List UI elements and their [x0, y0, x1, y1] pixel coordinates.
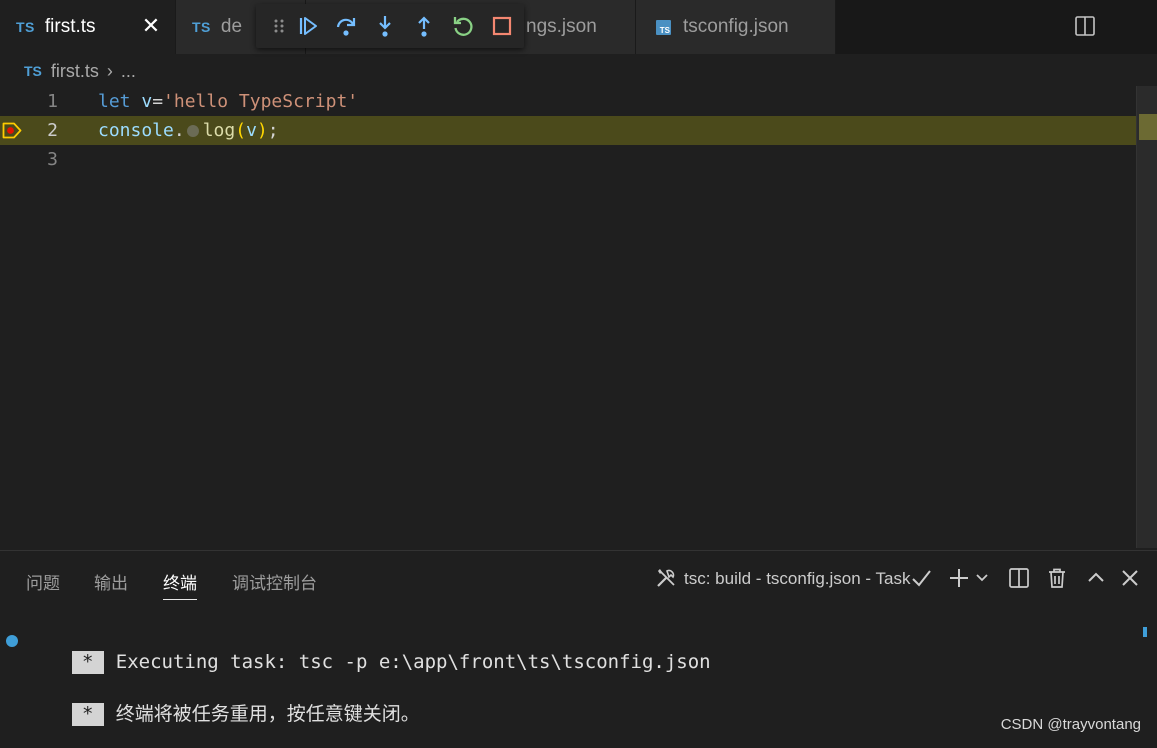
restart-icon[interactable] [451, 14, 475, 38]
typescript-file-icon: TS [16, 19, 35, 35]
terminal-star-badge: * [71, 703, 104, 726]
tab-output[interactable]: 输出 [94, 569, 128, 599]
breadcrumb-symbols[interactable]: ... [121, 61, 136, 82]
current-code-line: 2 console. log(v); [0, 116, 1157, 145]
code-line: 1 let v='hello TypeScript' [0, 87, 1157, 116]
close-icon[interactable]: ✕ [141, 14, 161, 38]
chevron-down-icon[interactable] [974, 567, 990, 589]
editor-tab-bar: TS first.ts ✕ TS de ngs.json TS tsconfig… [0, 0, 1157, 54]
tools-icon [657, 569, 675, 587]
typescript-file-icon: TS [192, 19, 211, 35]
tab-tsconfig-json[interactable]: TS tsconfig.json [636, 0, 836, 54]
terminal-text: Executing task: tsc -p e:\app\front\ts\t… [115, 651, 711, 673]
stop-icon[interactable] [490, 14, 514, 38]
tab-debug-console[interactable]: 调试控制台 [232, 569, 317, 599]
terminal-text: 终端将被任务重用，按任意键关闭。 [115, 703, 420, 725]
split-editor-icon[interactable] [1073, 14, 1097, 38]
code-text: console. log(v); [98, 120, 279, 141]
code-text: let v='hello TypeScript' [98, 91, 359, 112]
debug-toolbar [256, 4, 524, 48]
tab-label: tsconfig.json [683, 16, 789, 37]
typescript-file-icon: TS [24, 63, 42, 79]
plus-icon[interactable] [948, 567, 970, 589]
chevron-up-icon[interactable] [1085, 567, 1107, 589]
step-over-icon[interactable] [334, 14, 358, 38]
tab-terminal[interactable]: 终端 [163, 569, 197, 600]
bottom-panel: 问题 输出 终端 调试控制台 tsc: build - tsconfig.jso… [0, 550, 1157, 743]
breadcrumb-file[interactable]: first.ts [51, 61, 99, 82]
trash-icon[interactable] [1046, 567, 1068, 589]
terminal-scroll-marker [1143, 627, 1147, 637]
code-editor[interactable]: 1 let v='hello TypeScript' 2 console. log… [0, 86, 1157, 548]
tsconfig-file-icon: TS [656, 19, 671, 35]
terminal-decoration-dot[interactable] [6, 635, 18, 647]
terminal-task-label[interactable]: tsc: build - tsconfig.json - Task [684, 569, 910, 589]
code-line: 3 [0, 145, 1157, 174]
line-number: 3 [47, 149, 58, 170]
continue-icon[interactable] [296, 14, 320, 38]
tab-first-ts[interactable]: TS first.ts ✕ [0, 0, 176, 54]
line-number: 2 [47, 120, 58, 141]
step-out-icon[interactable] [412, 14, 436, 38]
watermark: CSDN @trayvontang [1000, 716, 1141, 733]
terminal-star-badge: * [71, 651, 104, 674]
editor-scrollbar[interactable] [1136, 86, 1157, 548]
tab-label: de [220, 16, 243, 37]
split-terminal-icon[interactable] [1008, 567, 1030, 589]
terminal-line: * 终端将被任务重用，按任意键关闭。 [26, 677, 420, 748]
line-number: 1 [47, 91, 58, 112]
step-into-icon[interactable] [373, 14, 397, 38]
tab-label: ngs.json [526, 16, 597, 37]
tab-label: first.ts [44, 16, 96, 37]
tab-problems[interactable]: 问题 [26, 569, 60, 599]
breadcrumb: TS first.ts › ... [24, 58, 136, 84]
chevron-right-icon: › [106, 60, 113, 81]
scrollbar-current-line-marker [1139, 114, 1157, 140]
close-panel-icon[interactable] [1119, 567, 1141, 589]
check-icon [912, 570, 931, 587]
grip-icon[interactable] [272, 18, 286, 34]
inline-breakpoint-icon[interactable] [186, 125, 199, 137]
